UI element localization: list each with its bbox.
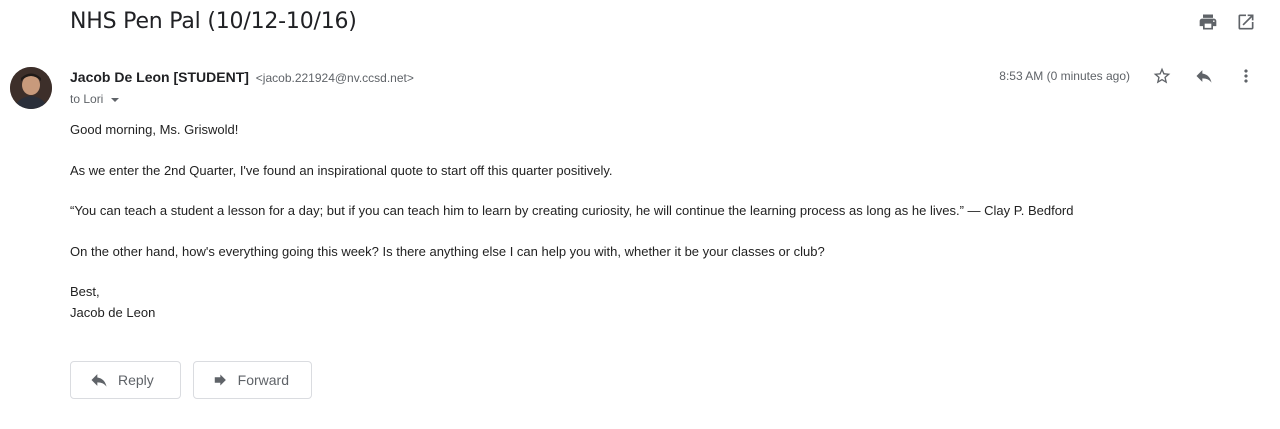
recipient-label: to Lori xyxy=(70,92,104,106)
reply-icon[interactable] xyxy=(1194,66,1214,86)
message-meta: 8:53 AM (0 minutes ago) xyxy=(999,66,1256,86)
body-quote: “You can teach a student a lesson for a … xyxy=(70,203,1074,218)
forward-icon xyxy=(214,374,226,386)
body-paragraph: On the other hand, how's everything goin… xyxy=(70,244,825,259)
star-icon[interactable] xyxy=(1152,66,1172,86)
body-signoff: Best, xyxy=(70,284,100,299)
sender-avatar[interactable] xyxy=(10,67,52,109)
sender-email: <jacob.221924@nv.ccsd.net> xyxy=(255,71,414,85)
forward-button[interactable]: Forward xyxy=(193,361,312,399)
body-signature: Jacob de Leon xyxy=(70,305,156,320)
recipient-details-toggle[interactable]: to Lori xyxy=(70,92,120,106)
more-vert-icon[interactable] xyxy=(1236,66,1256,86)
reply-button[interactable]: Reply xyxy=(70,361,181,399)
message-timestamp: 8:53 AM (0 minutes ago) xyxy=(999,69,1130,83)
open-in-new-window-icon[interactable] xyxy=(1236,12,1256,32)
body-greeting: Good morning, Ms. Griswold! xyxy=(70,122,239,137)
email-subject: NHS Pen Pal (10/12-10/16) xyxy=(70,9,357,34)
thread-actions xyxy=(1198,12,1256,32)
forward-button-label: Forward xyxy=(237,372,289,388)
body-paragraph: As we enter the 2nd Quarter, I've found … xyxy=(70,163,613,178)
reply-icon xyxy=(91,374,107,387)
print-icon[interactable] xyxy=(1198,12,1218,32)
reply-button-label: Reply xyxy=(118,372,154,388)
chevron-down-icon xyxy=(111,98,120,102)
reply-actions: Reply Forward xyxy=(70,361,312,399)
sender-line: Jacob De Leon [STUDENT] <jacob.221924@nv… xyxy=(70,69,414,85)
sender-name[interactable]: Jacob De Leon [STUDENT] xyxy=(70,69,249,85)
